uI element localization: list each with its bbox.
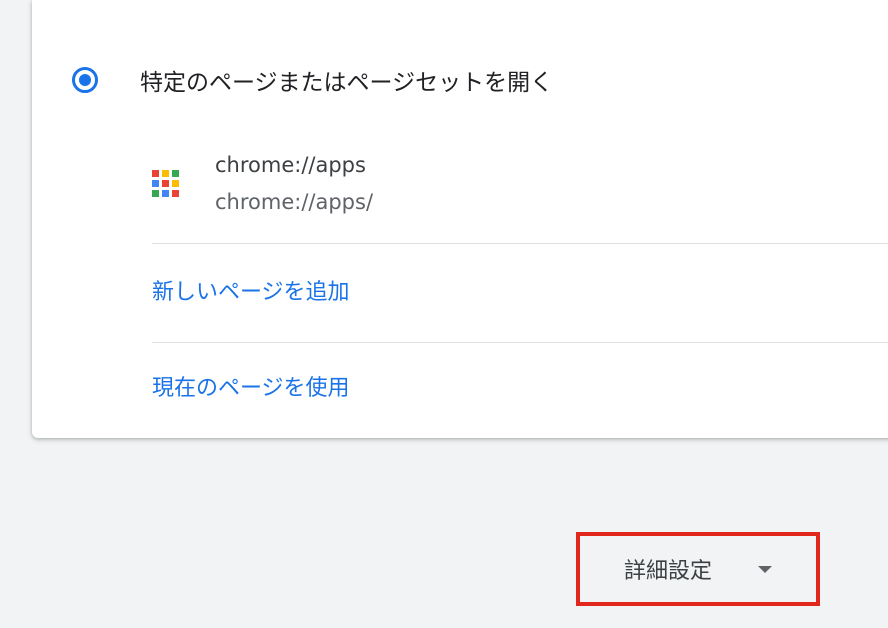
add-new-page-link[interactable]: 新しいページを追加 [152, 273, 350, 313]
apps-grid-icon [152, 170, 179, 197]
advanced-settings-label: 詳細設定 [624, 559, 713, 584]
site-url: chrome://apps/ [215, 190, 374, 214]
use-current-pages-link[interactable]: 現在のページを使用 [152, 369, 350, 409]
apps-grid-dot [162, 190, 169, 197]
apps-grid-dot [152, 170, 159, 177]
apps-grid-dot [152, 190, 159, 197]
advanced-settings-button[interactable]: 詳細設定 [576, 532, 820, 606]
apps-grid-dot [172, 180, 179, 187]
radio-selected-dot [79, 74, 91, 86]
apps-grid-dot [152, 180, 159, 187]
apps-grid-dot [162, 170, 169, 177]
startup-settings-card: 特定のページまたはページセットを開く chrome://apps chrome:… [32, 0, 888, 438]
divider [152, 342, 888, 343]
divider [152, 243, 888, 244]
startup-option-specific-pages[interactable]: 特定のページまたはページセットを開く [72, 58, 553, 102]
site-title: chrome://apps [215, 153, 366, 177]
apps-grid-dot [172, 190, 179, 197]
startup-page-entry: chrome://apps chrome://apps/ [152, 148, 373, 222]
caret-down-icon [758, 565, 773, 573]
startup-option-label: 特定のページまたはページセットを開く [140, 70, 554, 96]
apps-grid-dot [172, 170, 179, 177]
apps-grid-dot [162, 180, 169, 187]
radio-button-selected[interactable] [72, 67, 98, 93]
